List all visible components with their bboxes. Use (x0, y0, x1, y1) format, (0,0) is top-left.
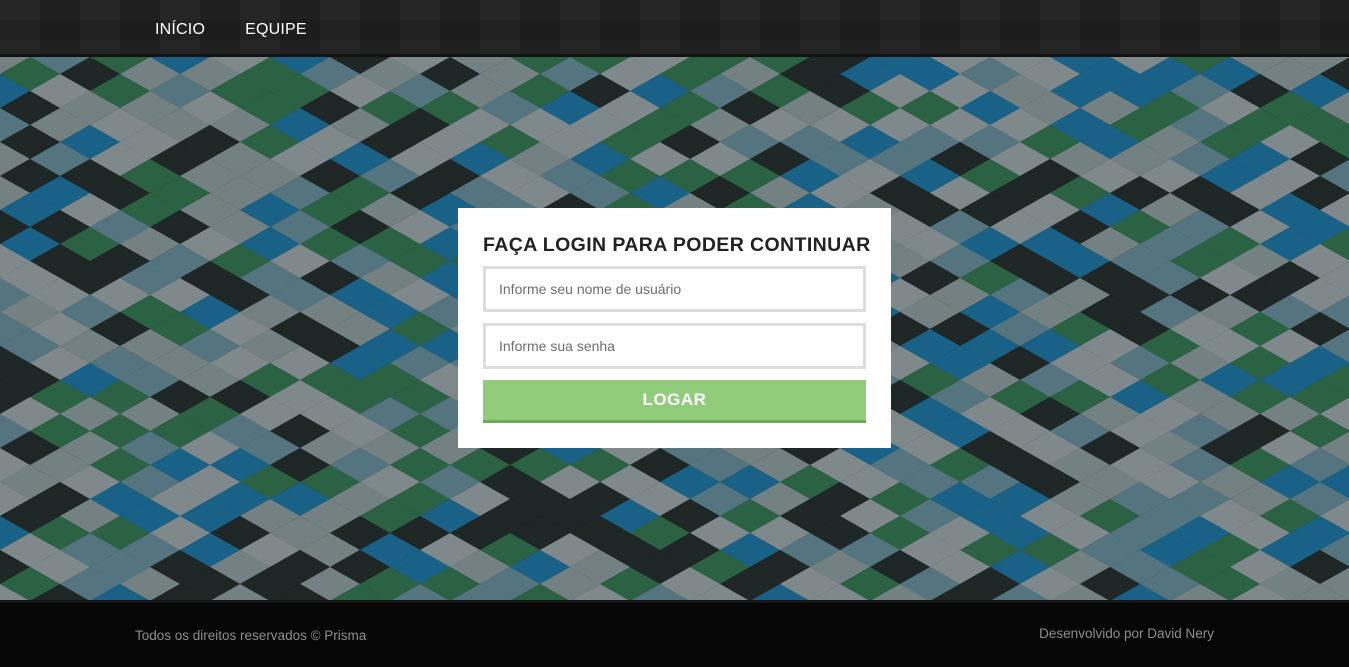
top-navbar: INÍCIO EQUIPE (0, 0, 1349, 57)
nav-link-equipe[interactable]: EQUIPE (245, 21, 307, 39)
login-title: FAÇA LOGIN PARA PODER CONTINUAR (483, 234, 871, 256)
nav-link-inicio[interactable]: INÍCIO (155, 21, 205, 39)
footer: Todos os direitos reservados © Prisma De… (0, 600, 1349, 667)
username-input[interactable] (483, 266, 866, 312)
login-button[interactable]: LOGAR (483, 380, 866, 423)
footer-credit: Desenvolvido por David Nery (1039, 626, 1214, 641)
footer-copyright: Todos os direitos reservados © Prisma (135, 628, 367, 643)
main-nav: INÍCIO EQUIPE (155, 0, 347, 57)
login-card: FAÇA LOGIN PARA PODER CONTINUAR LOGAR (458, 208, 891, 448)
password-input[interactable] (483, 323, 866, 369)
